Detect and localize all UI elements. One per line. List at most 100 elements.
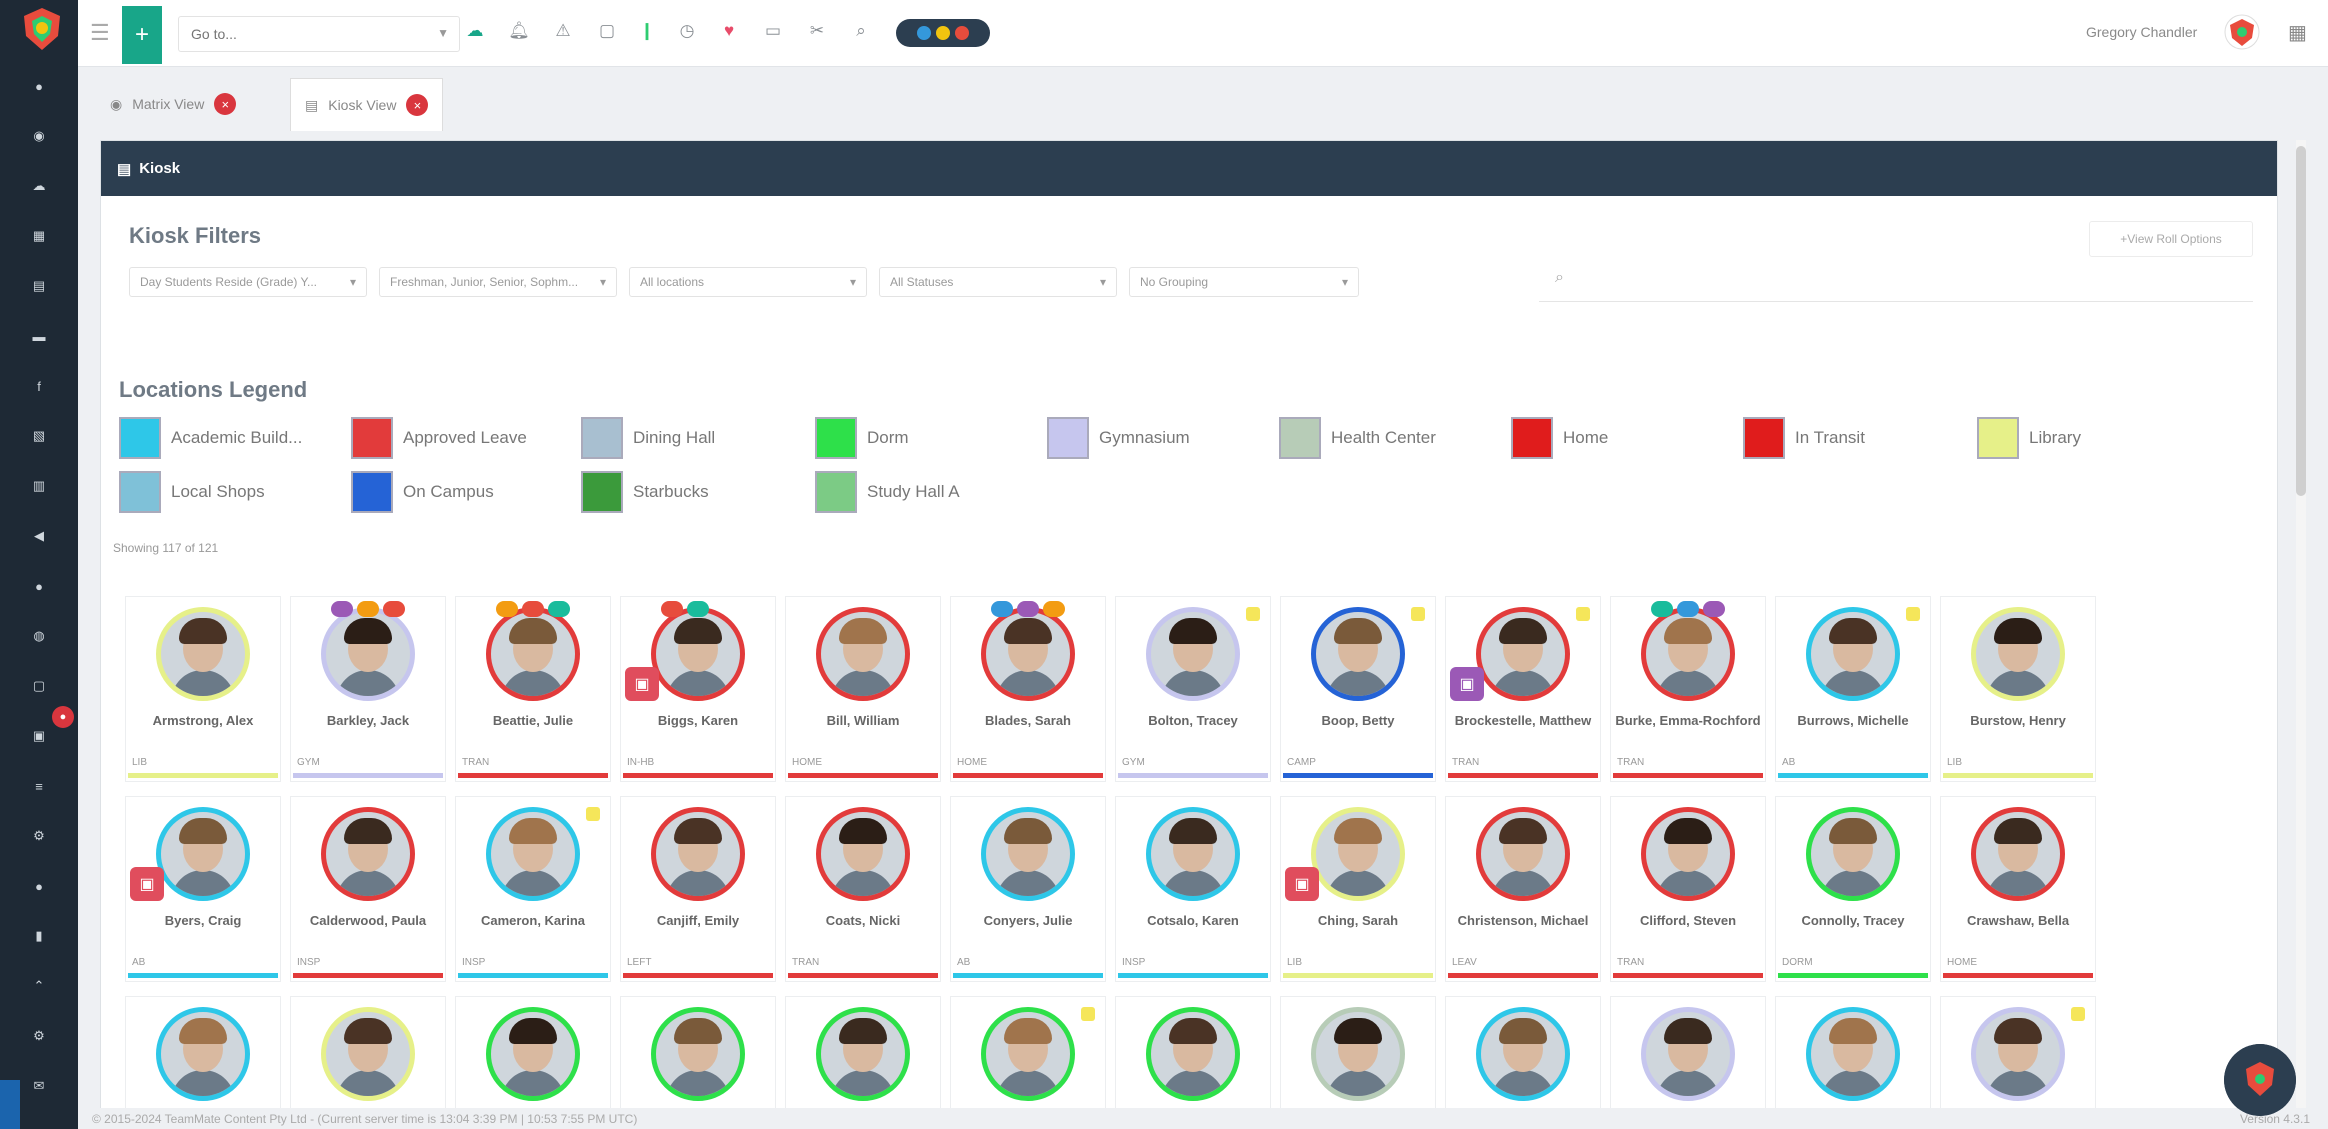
lock-icon[interactable]: ▣ xyxy=(1285,867,1319,901)
student-card[interactable] xyxy=(950,996,1106,1111)
status-chip[interactable] xyxy=(687,601,709,617)
app-logo[interactable] xyxy=(20,6,64,52)
calendar-icon[interactable]: ▢ xyxy=(29,676,49,696)
lock-icon[interactable]: ▣ xyxy=(625,667,659,701)
clock-icon[interactable]: ◷ xyxy=(676,20,698,42)
corner-tab[interactable] xyxy=(0,1080,20,1129)
filter-grades[interactable]: Freshman, Junior, Senior, Sophm... ▾ xyxy=(379,267,617,297)
student-card[interactable]: Byers, Craig AB ▣ xyxy=(125,796,281,982)
student-card[interactable]: Brockestelle, Matthew TRAN ▣ xyxy=(1445,596,1601,782)
heart-icon[interactable]: ♥ xyxy=(718,20,740,42)
list-icon[interactable]: ≡ xyxy=(29,776,49,796)
status-chip[interactable] xyxy=(496,601,518,617)
student-card[interactable]: Burke, Emma-Rochford TRAN xyxy=(1610,596,1766,782)
status-chip[interactable] xyxy=(991,601,1013,617)
wand-icon[interactable]: ✂ xyxy=(806,20,828,42)
grid-icon[interactable]: ▤ xyxy=(29,276,49,296)
lock-icon[interactable]: ▣ xyxy=(1450,667,1484,701)
status-chip[interactable] xyxy=(522,601,544,617)
student-card[interactable]: Canjiff, Emily LEFT xyxy=(620,796,776,982)
help-button[interactable] xyxy=(2224,1044,2296,1116)
goto-select[interactable]: ▼ xyxy=(178,16,460,52)
student-card[interactable]: Cotsalo, Karen INSP xyxy=(1115,796,1271,982)
user-avatar[interactable] xyxy=(2224,14,2260,50)
tab-matrix-view[interactable]: ◉ Matrix View × xyxy=(96,78,250,130)
filter-statuses[interactable]: All Statuses ▾ xyxy=(879,267,1117,297)
close-icon[interactable]: × xyxy=(214,93,237,115)
student-card[interactable] xyxy=(125,996,281,1111)
cloud-icon[interactable]: ☁ xyxy=(464,20,486,42)
status-chip[interactable] xyxy=(548,601,570,617)
table-icon[interactable]: ▦ xyxy=(29,226,49,246)
close-icon[interactable]: × xyxy=(406,94,429,116)
search-icon[interactable]: ⌕ xyxy=(850,20,872,42)
student-card[interactable]: Coats, Nicki TRAN xyxy=(785,796,941,982)
student-card[interactable]: Barkley, Jack GYM xyxy=(290,596,446,782)
view-options-button[interactable]: + View Roll Options xyxy=(2089,221,2253,257)
status-chip[interactable] xyxy=(1703,601,1725,617)
keyboard-icon[interactable]: ▥ xyxy=(29,476,49,496)
student-card[interactable] xyxy=(1280,996,1436,1111)
student-card[interactable] xyxy=(290,996,446,1111)
search-input[interactable] xyxy=(1579,265,2243,295)
megaphone-icon[interactable]: ◀ xyxy=(29,526,49,546)
status-chip[interactable] xyxy=(1017,601,1039,617)
pin-icon[interactable]: ❙ xyxy=(636,20,658,42)
lock-icon[interactable]: ▣ xyxy=(130,867,164,901)
home-icon[interactable]: ● xyxy=(29,76,49,96)
eye-icon[interactable]: ◉ xyxy=(29,126,49,146)
chevron-up-icon[interactable]: ⌃ xyxy=(29,976,49,996)
user-icon[interactable]: ● xyxy=(29,876,49,896)
filter-grouping[interactable]: No Grouping ▾ xyxy=(1129,267,1359,297)
status-pill[interactable] xyxy=(896,19,990,47)
student-card[interactable] xyxy=(1775,996,1931,1111)
filter-day-students[interactable]: Day Students Reside (Grade) Y... ▾ xyxy=(129,267,367,297)
bell-icon[interactable]: 🔔︎ xyxy=(508,20,530,42)
facebook-icon[interactable]: f xyxy=(29,376,49,396)
student-card[interactable]: Clifford, Steven TRAN xyxy=(1610,796,1766,982)
status-chip[interactable] xyxy=(331,601,353,617)
status-chip[interactable] xyxy=(357,601,379,617)
student-card[interactable] xyxy=(1445,996,1601,1111)
student-card[interactable]: Boop, Betty CAMP xyxy=(1280,596,1436,782)
student-card[interactable] xyxy=(455,996,611,1111)
chat-icon[interactable]: ▭ xyxy=(762,20,784,42)
student-card[interactable]: Crawshaw, Bella HOME xyxy=(1940,796,2096,982)
student-card[interactable]: Conyers, Julie AB xyxy=(950,796,1106,982)
inbox-icon[interactable]: ▣ xyxy=(29,726,49,746)
student-card[interactable] xyxy=(785,996,941,1111)
student-card[interactable]: Cameron, Karina INSP xyxy=(455,796,611,982)
file-icon[interactable]: ▮ xyxy=(29,926,49,946)
student-card[interactable]: Ching, Sarah LIB ▣ xyxy=(1280,796,1436,982)
filter-locations[interactable]: All locations ▾ xyxy=(629,267,867,297)
student-card[interactable] xyxy=(620,996,776,1111)
student-card[interactable]: Beattie, Julie TRAN xyxy=(455,596,611,782)
student-card[interactable]: Burrows, Michelle AB xyxy=(1775,596,1931,782)
document-icon[interactable]: ▧ xyxy=(29,426,49,446)
student-card[interactable]: Armstrong, Alex LIB xyxy=(125,596,281,782)
status-chip[interactable] xyxy=(383,601,405,617)
student-card[interactable]: Bill, William HOME xyxy=(785,596,941,782)
student-card[interactable]: Calderwood, Paula INSP xyxy=(290,796,446,982)
chat-icon[interactable]: ● xyxy=(29,576,49,596)
student-card[interactable]: Blades, Sarah HOME xyxy=(950,596,1106,782)
tab-kiosk-view[interactable]: ▤ Kiosk View × xyxy=(290,78,444,131)
user-name[interactable]: Gregory Chandler xyxy=(2086,24,2197,40)
student-card[interactable] xyxy=(1115,996,1271,1111)
student-card[interactable]: Connolly, Tracey DORM xyxy=(1775,796,1931,982)
status-chip[interactable] xyxy=(1043,601,1065,617)
student-card[interactable] xyxy=(1610,996,1766,1111)
mail-icon[interactable]: ✉ xyxy=(29,1076,49,1096)
apps-grid-icon[interactable]: ▦ xyxy=(2288,20,2307,45)
student-card[interactable]: Burstow, Henry LIB xyxy=(1940,596,2096,782)
student-card[interactable]: Biggs, Karen IN-HB ▣ xyxy=(620,596,776,782)
calendar-icon[interactable]: ▢ xyxy=(596,20,618,42)
status-chip[interactable] xyxy=(1677,601,1699,617)
settings-icon[interactable]: ⚙ xyxy=(29,826,49,846)
cloud-icon[interactable]: ☁ xyxy=(29,176,49,196)
warning-icon[interactable]: ⚠ xyxy=(552,20,574,42)
student-card[interactable]: Christenson, Michael LEAV xyxy=(1445,796,1601,982)
gear-icon[interactable]: ⚙ xyxy=(29,1026,49,1046)
kiosk-search[interactable]: ⌕ xyxy=(1539,257,2253,302)
status-chip[interactable] xyxy=(661,601,683,617)
